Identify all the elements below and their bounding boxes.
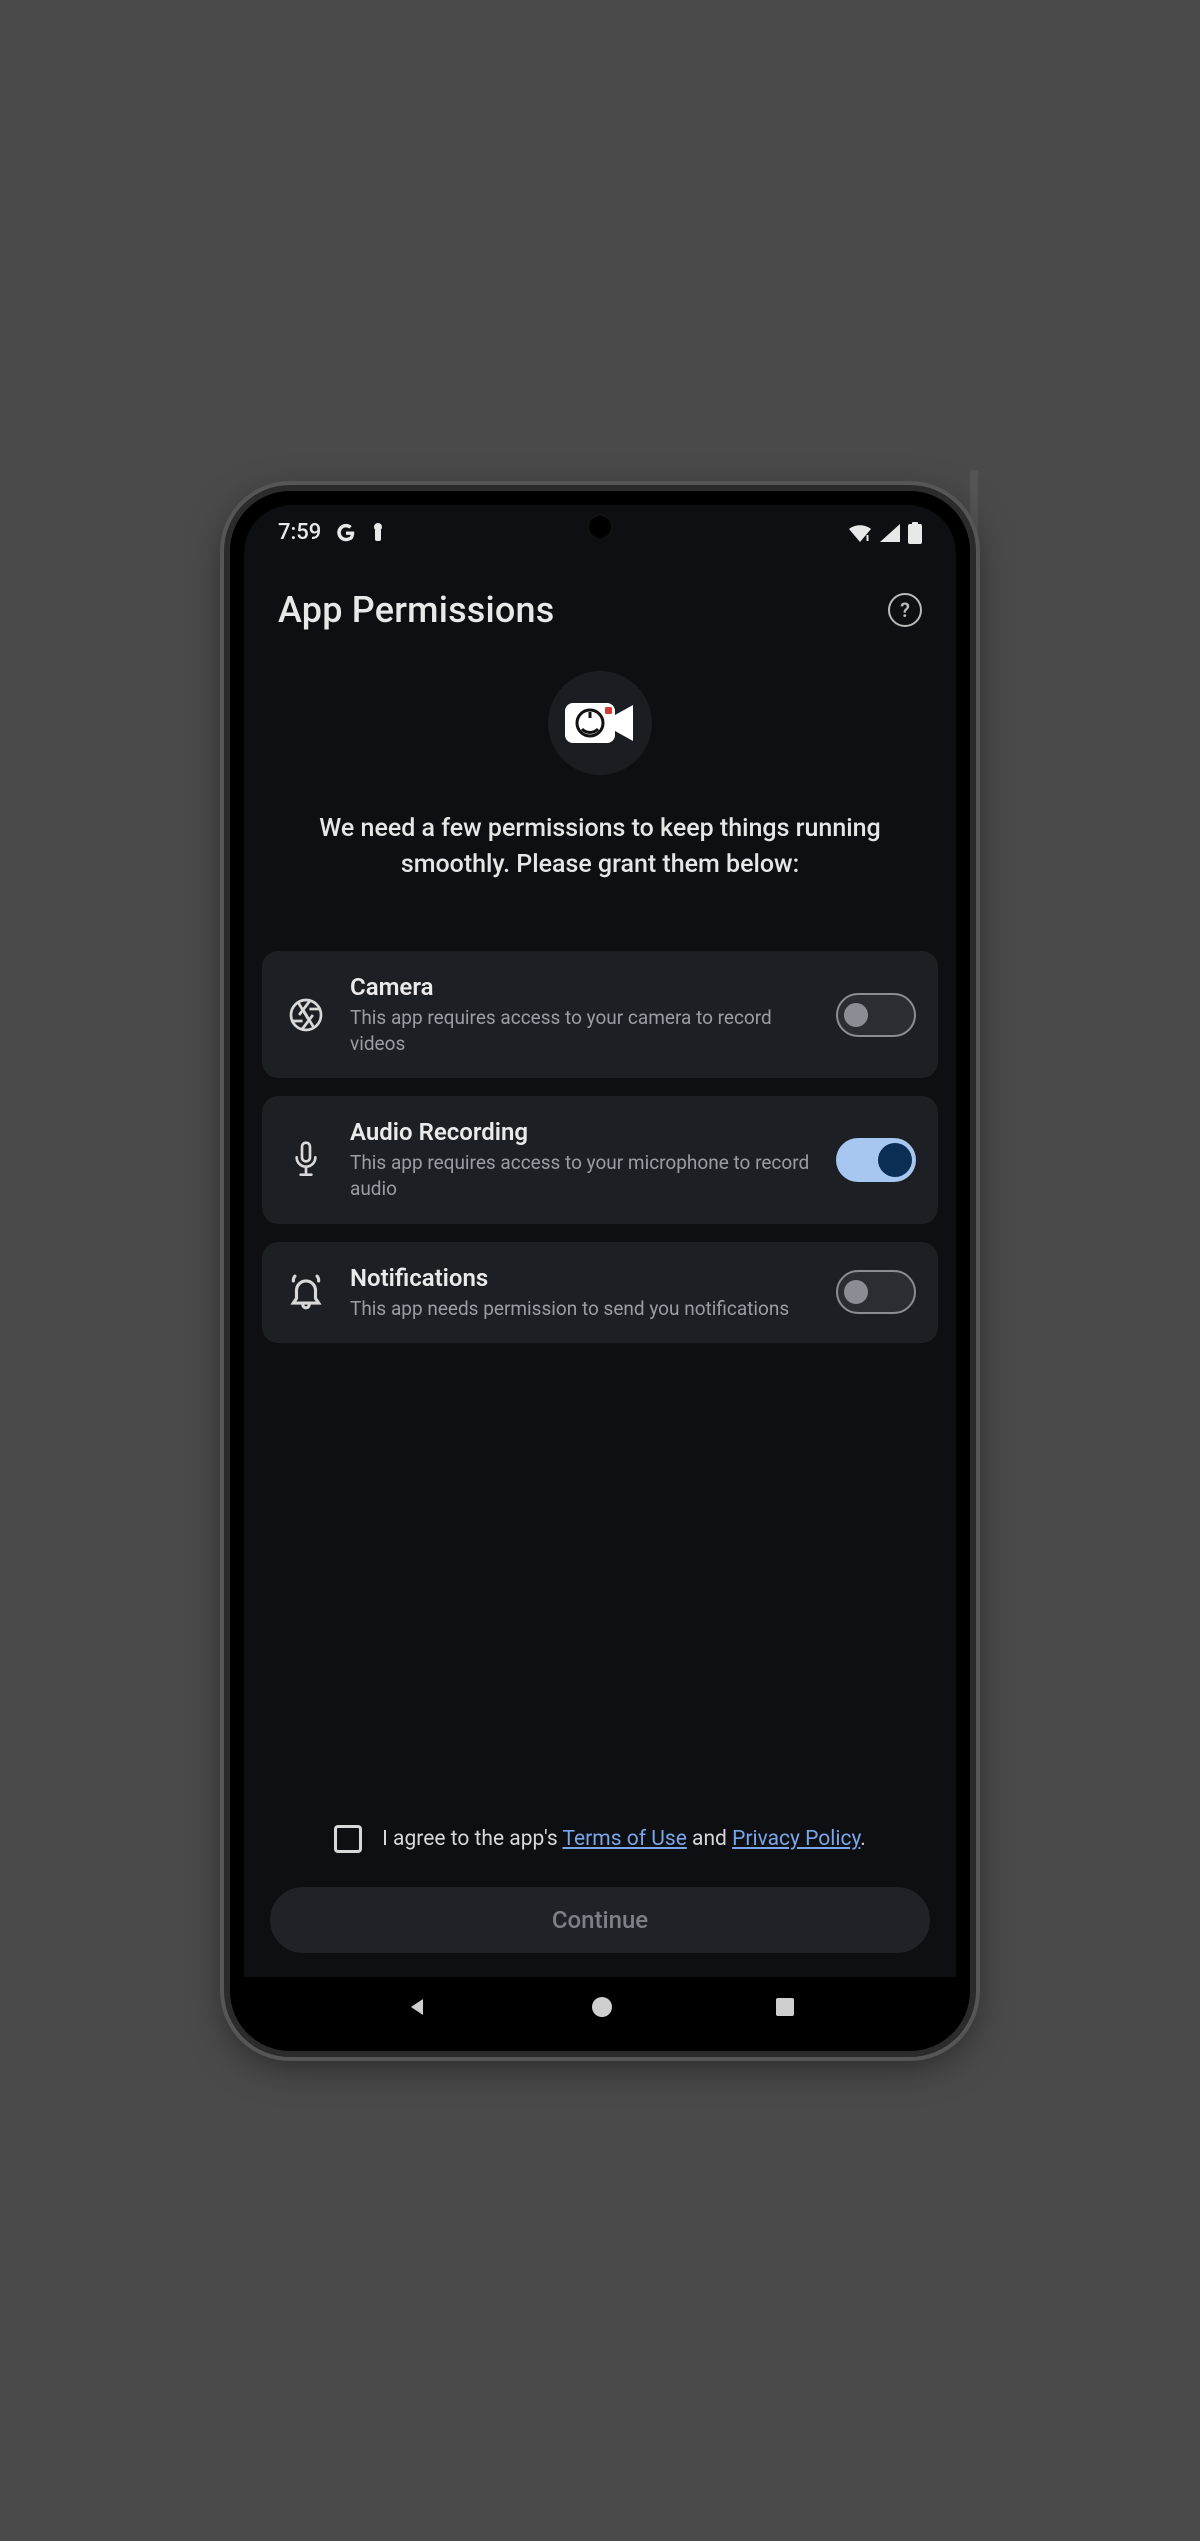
nav-recent-button[interactable] [775, 1997, 795, 2017]
google-icon [335, 522, 357, 544]
permission-card-notifications: Notifications This app needs permission … [262, 1242, 938, 1344]
agree-pre: I agree to the app's [382, 1827, 562, 1851]
app-icon-badge [548, 671, 652, 775]
privacy-link[interactable]: Privacy Policy [732, 1827, 860, 1851]
agree-row: I agree to the app's Terms of Use and Pr… [244, 1815, 956, 1879]
aperture-icon [284, 993, 328, 1037]
nav-back-button[interactable] [405, 1995, 429, 2019]
permission-title: Notifications [350, 1264, 814, 1292]
agree-text: I agree to the app's Terms of Use and Pr… [382, 1827, 866, 1851]
wifi-icon [848, 524, 872, 542]
permissions-list: Camera This app requires access to your … [244, 933, 956, 1361]
hero-section: We need a few permissions to keep things… [244, 661, 956, 934]
terms-link[interactable]: Terms of Use [563, 1827, 687, 1851]
permission-card-audio: Audio Recording This app requires access… [262, 1096, 938, 1223]
agree-and: and [687, 1827, 732, 1851]
page-header: App Permissions ? [244, 561, 956, 661]
agree-period: . [860, 1827, 866, 1851]
page-title: App Permissions [278, 589, 555, 631]
permission-title: Audio Recording [350, 1118, 814, 1146]
permission-desc: This app requires access to your camera … [350, 1005, 814, 1056]
permission-desc: This app requires access to your microph… [350, 1150, 814, 1201]
continue-label: Continue [552, 1906, 648, 1934]
phone-frame: 7:59 [230, 491, 970, 2051]
question-mark-icon: ? [900, 598, 910, 622]
nav-home-button[interactable] [591, 1996, 613, 2018]
bell-icon [284, 1270, 328, 1314]
side-button-power[interactable] [970, 660, 978, 750]
app-camera-icon [565, 699, 635, 747]
status-time: 7:59 [278, 520, 321, 545]
help-button[interactable]: ? [888, 593, 922, 627]
front-camera-hole [586, 513, 614, 541]
microphone-icon [284, 1138, 328, 1182]
notifications-toggle[interactable] [836, 1270, 916, 1314]
hero-text: We need a few permissions to keep things… [294, 811, 906, 884]
continue-button[interactable]: Continue [270, 1887, 930, 1953]
cellular-icon [880, 524, 900, 542]
audio-toggle[interactable] [836, 1138, 916, 1182]
permission-card-camera: Camera This app requires access to your … [262, 951, 938, 1078]
side-button-volume[interactable] [970, 470, 978, 590]
agree-checkbox[interactable] [334, 1825, 362, 1853]
lock-icon [371, 523, 385, 543]
battery-icon [908, 522, 922, 544]
camera-toggle[interactable] [836, 993, 916, 1037]
permission-desc: This app needs permission to send you no… [350, 1296, 814, 1322]
permission-title: Camera [350, 973, 814, 1001]
system-navbar [244, 1977, 956, 2037]
